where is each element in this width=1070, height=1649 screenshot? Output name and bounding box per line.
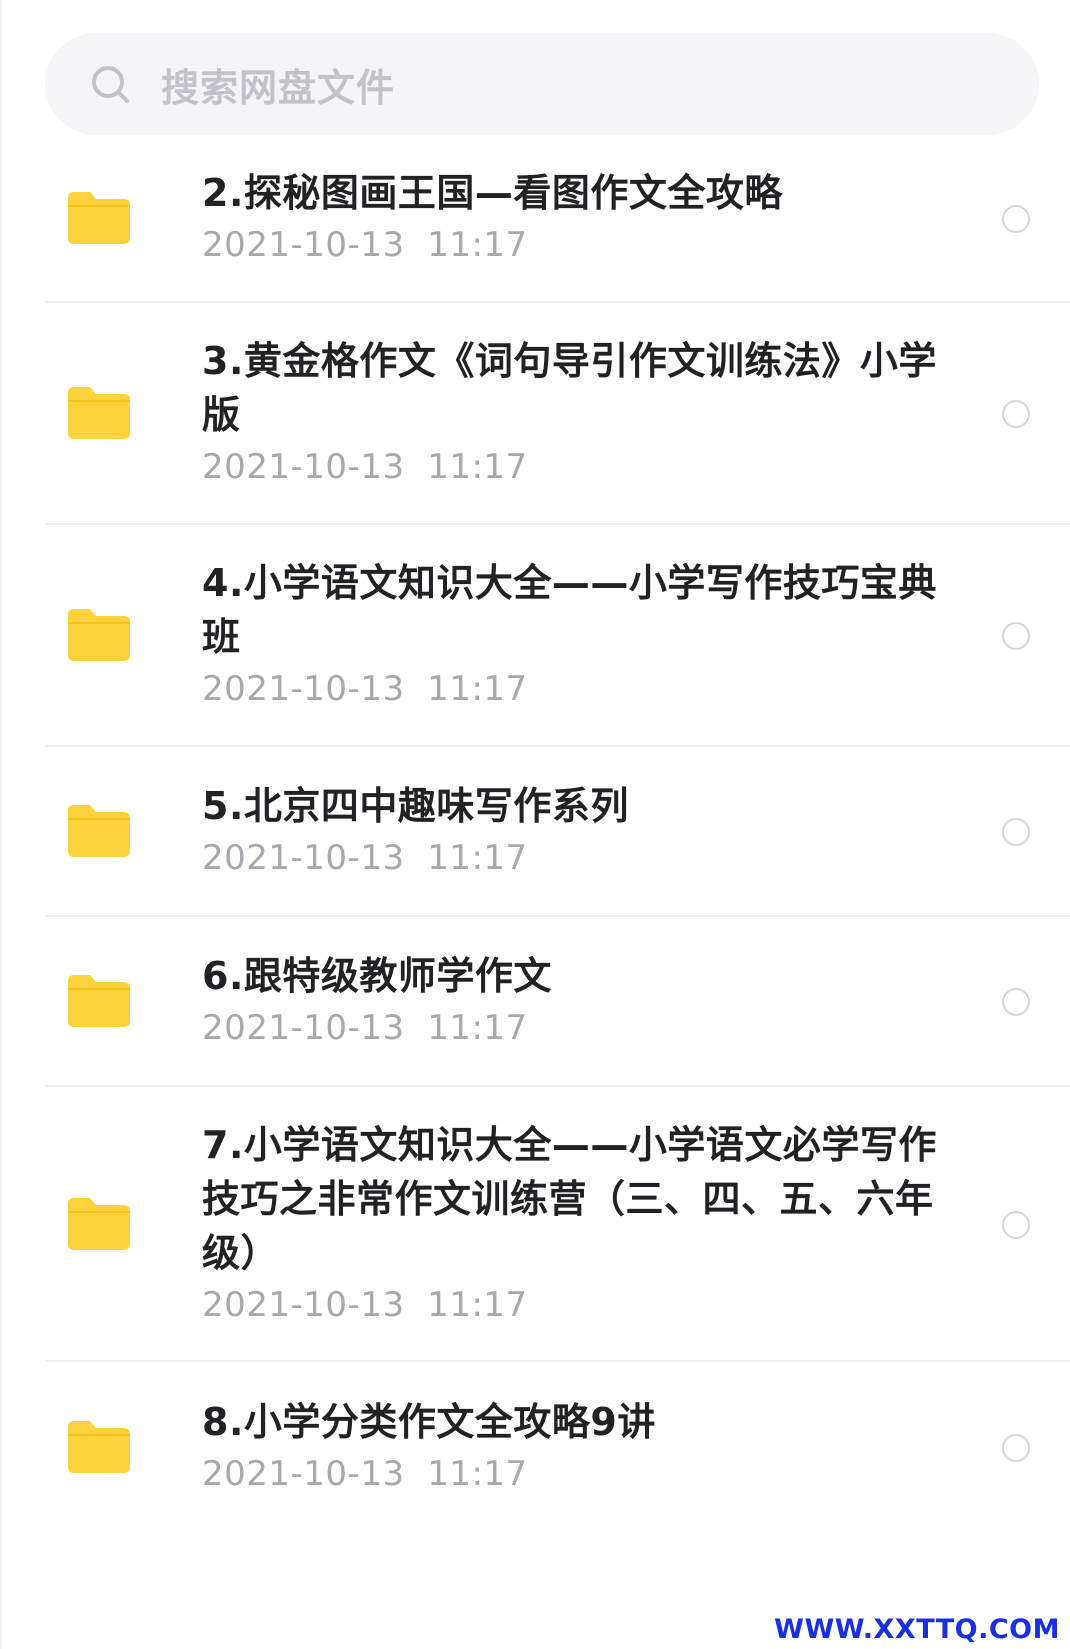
search-icon — [92, 66, 129, 103]
file-name: 5.北京四中趣味写作系列 — [202, 784, 629, 828]
watermark: WWW.XXTTQ.COM — [774, 1614, 1060, 1645]
file-text: 3.黄金格作文《词句导引作文训练法》小学版 2021-10-13 11:17 — [202, 334, 942, 492]
file-time: 2021-10-13 11:17 — [202, 1008, 528, 1048]
file-time: 2021-10-13 11:17 — [202, 1454, 528, 1494]
file-row-2[interactable]: 2.探秘图画王国—看图作文全攻略 2021-10-13 11:17 — [45, 135, 1070, 303]
select-radio[interactable] — [1002, 1210, 1030, 1239]
file-text: 6.跟特级教师学作文 2021-10-13 11:17 — [202, 949, 942, 1053]
file-name: 6.跟特级教师学作文 — [202, 954, 552, 998]
search-bar[interactable]: 搜索网盘文件 — [45, 33, 1039, 135]
file-row-7[interactable]: 7.小学语文知识大全——小学语文必学写作技巧之非常作文训练营（三、四、五、六年级… — [45, 1087, 1070, 1362]
file-row-8[interactable]: 8.小学分类作文全攻略9讲 2021-10-13 11:17 — [45, 1362, 1070, 1532]
file-name: 2.探秘图画王国—看图作文全攻略 — [202, 171, 783, 215]
file-list: 2.探秘图画王国—看图作文全攻略 2021-10-13 11:17 3.黄金格作… — [2, 135, 1070, 1532]
file-row-3[interactable]: 3.黄金格作文《词句导引作文训练法》小学版 2021-10-13 11:17 — [45, 303, 1070, 525]
folder-icon — [68, 1197, 130, 1250]
file-row-5[interactable]: 5.北京四中趣味写作系列 2021-10-13 11:17 — [45, 747, 1070, 917]
select-radio[interactable] — [1002, 988, 1030, 1016]
folder-icon — [68, 805, 130, 857]
file-text: 2.探秘图画王国—看图作文全攻略 2021-10-13 11:17 — [202, 166, 942, 270]
file-text: 8.小学分类作文全攻略9讲 2021-10-13 11:17 — [202, 1395, 942, 1499]
file-time: 2021-10-13 11:17 — [202, 1284, 528, 1325]
file-browser-screen: 搜索网盘文件 2.探秘图画王国—看图作文全攻略 2021-10-13 11:17… — [0, 0, 1070, 1649]
file-time: 2021-10-13 11:17 — [202, 447, 528, 487]
select-radio[interactable] — [1002, 622, 1030, 650]
search-input-placeholder[interactable]: 搜索网盘文件 — [161, 57, 395, 112]
folder-icon — [68, 387, 130, 439]
file-name: 7.小学语文知识大全——小学语文必学写作技巧之非常作文训练营（三、四、五、六年级… — [202, 1122, 937, 1275]
file-time: 2021-10-13 11:17 — [202, 838, 528, 878]
folder-icon — [68, 609, 130, 661]
file-time: 2021-10-13 11:17 — [202, 225, 528, 265]
file-name: 4.小学语文知识大全——小学写作技巧宝典班 — [202, 561, 937, 659]
file-text: 4.小学语文知识大全——小学写作技巧宝典班 2021-10-13 11:17 — [202, 556, 942, 714]
file-text: 7.小学语文知识大全——小学语文必学写作技巧之非常作文训练营（三、四、五、六年级… — [202, 1118, 942, 1330]
file-text: 5.北京四中趣味写作系列 2021-10-13 11:17 — [202, 779, 942, 883]
file-row-6[interactable]: 6.跟特级教师学作文 2021-10-13 11:17 — [45, 917, 1070, 1087]
file-time: 2021-10-13 11:17 — [202, 669, 528, 709]
select-radio[interactable] — [1002, 400, 1030, 428]
folder-icon — [68, 975, 130, 1027]
select-radio[interactable] — [1002, 818, 1030, 846]
file-row-4[interactable]: 4.小学语文知识大全——小学写作技巧宝典班 2021-10-13 11:17 — [45, 525, 1070, 747]
folder-icon — [68, 192, 130, 244]
select-radio[interactable] — [1002, 1434, 1030, 1462]
file-name: 3.黄金格作文《词句导引作文训练法》小学版 — [202, 339, 937, 437]
file-name: 8.小学分类作文全攻略9讲 — [202, 1400, 656, 1444]
folder-icon — [68, 1421, 130, 1473]
select-radio[interactable] — [1002, 205, 1030, 233]
